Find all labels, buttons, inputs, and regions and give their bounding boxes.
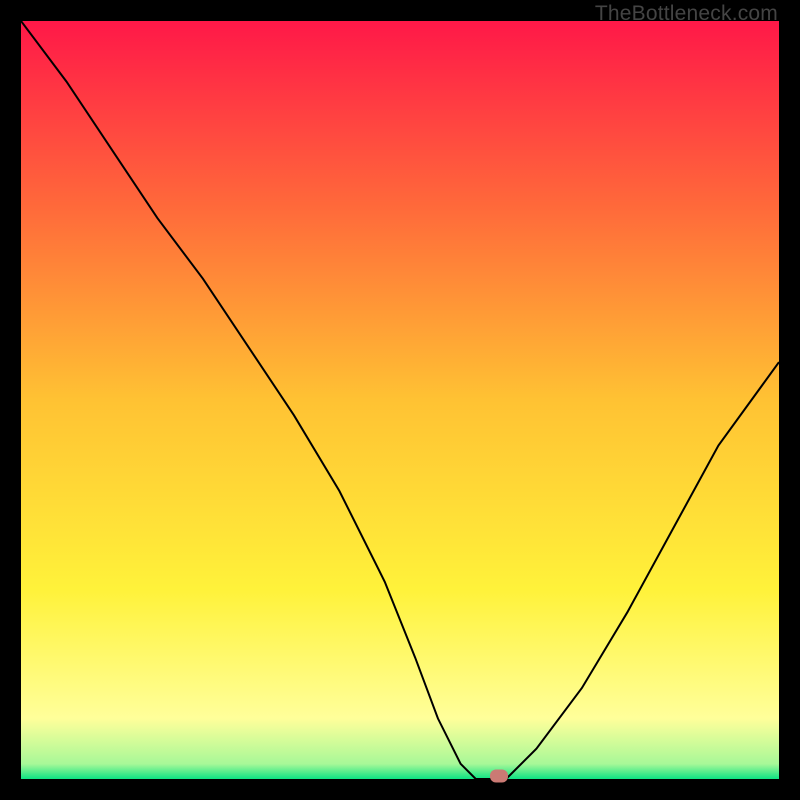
chart-background <box>21 21 779 779</box>
chart-container: TheBottleneck.com <box>0 0 800 800</box>
chart-plot <box>21 21 779 779</box>
highlight-marker <box>490 770 508 783</box>
